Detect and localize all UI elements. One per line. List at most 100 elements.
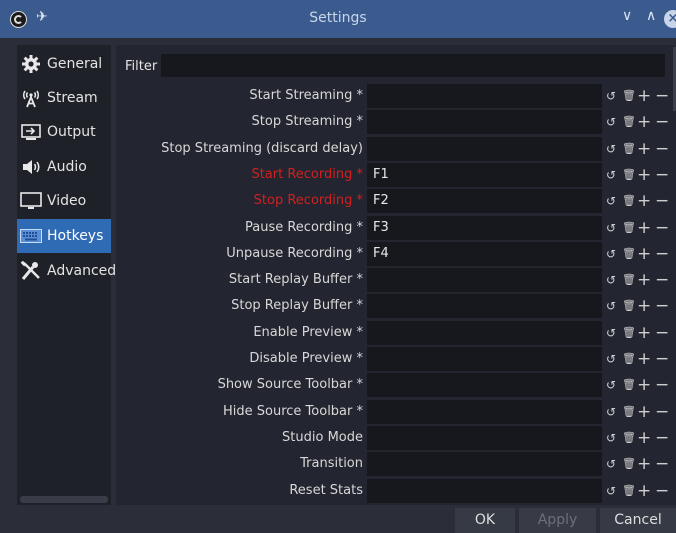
filter-label: Filter [125, 59, 158, 74]
revert-icon[interactable]: ↺ [605, 84, 617, 108]
hotkey-binding-field[interactable]: F4 [367, 241, 602, 266]
minus-icon[interactable]: − [655, 426, 669, 450]
sidebar-item-output[interactable]: Output [17, 115, 111, 149]
revert-icon[interactable]: ↺ [605, 479, 617, 503]
minus-icon[interactable]: − [655, 268, 669, 292]
plus-icon[interactable]: + [637, 242, 651, 266]
sidebar-item-general[interactable]: General [17, 47, 111, 81]
maximize-icon[interactable]: ∧ [646, 8, 656, 24]
hotkey-label: Stop Streaming * [251, 114, 363, 130]
hotkey-binding-field[interactable] [367, 268, 602, 293]
plus-icon[interactable]: + [637, 321, 651, 345]
hotkey-label: Enable Preview * [253, 324, 363, 340]
plus-icon[interactable]: + [637, 479, 651, 503]
trash-icon[interactable]: 🗑 [622, 321, 636, 345]
plus-icon[interactable]: + [637, 452, 651, 476]
minus-icon[interactable]: − [655, 321, 669, 345]
close-icon[interactable]: × [664, 10, 676, 28]
minus-icon[interactable]: − [655, 479, 669, 503]
sidebar-item-stream[interactable]: Stream [17, 81, 111, 115]
minus-icon[interactable]: − [655, 347, 669, 371]
plus-icon[interactable]: + [637, 189, 651, 213]
apply-button[interactable]: Apply [519, 508, 596, 533]
hotkey-binding-field[interactable] [367, 110, 602, 135]
sidebar-item-advanced[interactable]: Advanced [17, 254, 116, 288]
plus-icon[interactable]: + [637, 137, 651, 161]
plus-icon[interactable]: + [637, 84, 651, 108]
hotkey-binding-field[interactable] [367, 136, 602, 161]
trash-icon[interactable]: 🗑 [622, 137, 636, 161]
revert-icon[interactable]: ↺ [605, 189, 617, 213]
minimize-icon[interactable]: ∨ [622, 8, 632, 24]
hotkey-binding-field[interactable] [367, 294, 602, 319]
sidebar-item-video[interactable]: Video [17, 184, 111, 218]
plus-icon[interactable]: + [637, 216, 651, 240]
hotkey-binding-field[interactable]: F3 [367, 215, 602, 240]
cancel-button[interactable]: Cancel [600, 508, 676, 533]
hotkey-binding-field[interactable] [367, 452, 602, 477]
plus-icon[interactable]: + [637, 373, 651, 397]
trash-icon[interactable]: 🗑 [622, 216, 636, 240]
revert-icon[interactable]: ↺ [605, 373, 617, 397]
minus-icon[interactable]: − [655, 137, 669, 161]
trash-icon[interactable]: 🗑 [622, 373, 636, 397]
plus-icon[interactable]: + [637, 163, 651, 187]
trash-icon[interactable]: 🗑 [622, 84, 636, 108]
plus-icon[interactable]: + [637, 268, 651, 292]
trash-icon[interactable]: 🗑 [622, 452, 636, 476]
revert-icon[interactable]: ↺ [605, 216, 617, 240]
plus-icon[interactable]: + [637, 347, 651, 371]
revert-icon[interactable]: ↺ [605, 452, 617, 476]
trash-icon[interactable]: 🗑 [622, 294, 636, 318]
minus-icon[interactable]: − [655, 163, 669, 187]
minus-icon[interactable]: − [655, 452, 669, 476]
sidebar-item-hotkeys[interactable]: Hotkeys [17, 219, 111, 253]
minus-icon[interactable]: − [655, 84, 669, 108]
hotkey-binding-field[interactable] [367, 373, 602, 398]
trash-icon[interactable]: 🗑 [622, 189, 636, 213]
revert-icon[interactable]: ↺ [605, 268, 617, 292]
hotkey-binding-field[interactable] [367, 320, 602, 345]
sidebar-item-audio[interactable]: Audio [17, 150, 111, 184]
revert-icon[interactable]: ↺ [605, 321, 617, 345]
trash-icon[interactable]: 🗑 [622, 268, 636, 292]
minus-icon[interactable]: − [655, 294, 669, 318]
trash-icon[interactable]: 🗑 [622, 400, 636, 424]
trash-icon[interactable]: 🗑 [622, 163, 636, 187]
revert-icon[interactable]: ↺ [605, 110, 617, 134]
hotkey-binding-field[interactable] [367, 84, 602, 108]
sidebar-scrollbar[interactable] [20, 496, 108, 503]
revert-icon[interactable]: ↺ [605, 137, 617, 161]
revert-icon[interactable]: ↺ [605, 426, 617, 450]
minus-icon[interactable]: − [655, 242, 669, 266]
minus-icon[interactable]: − [655, 110, 669, 134]
hotkey-binding-field[interactable] [367, 478, 602, 503]
trash-icon[interactable]: 🗑 [622, 479, 636, 503]
minus-icon[interactable]: − [655, 189, 669, 213]
trash-icon[interactable]: 🗑 [622, 110, 636, 134]
plus-icon[interactable]: + [637, 400, 651, 424]
hotkey-binding-field[interactable] [367, 425, 602, 450]
hotkey-row: Start Streaming * ↺ 🗑 + − [116, 84, 676, 110]
hotkey-binding-field[interactable]: F2 [367, 189, 602, 214]
revert-icon[interactable]: ↺ [605, 163, 617, 187]
hotkey-binding-field[interactable]: F1 [367, 162, 602, 187]
revert-icon[interactable]: ↺ [605, 242, 617, 266]
hotkey-label: Stop Streaming (discard delay) [161, 140, 363, 156]
filter-input[interactable] [161, 54, 665, 77]
ok-button[interactable]: OK [455, 508, 515, 533]
minus-icon[interactable]: − [655, 373, 669, 397]
revert-icon[interactable]: ↺ [605, 400, 617, 424]
revert-icon[interactable]: ↺ [605, 347, 617, 371]
minus-icon[interactable]: − [655, 216, 669, 240]
trash-icon[interactable]: 🗑 [622, 426, 636, 450]
hotkey-binding-field[interactable] [367, 399, 602, 424]
trash-icon[interactable]: 🗑 [622, 242, 636, 266]
plus-icon[interactable]: + [637, 426, 651, 450]
trash-icon[interactable]: 🗑 [622, 347, 636, 371]
revert-icon[interactable]: ↺ [605, 294, 617, 318]
plus-icon[interactable]: + [637, 110, 651, 134]
plus-icon[interactable]: + [637, 294, 651, 318]
minus-icon[interactable]: − [655, 400, 669, 424]
hotkey-binding-field[interactable] [367, 347, 602, 371]
